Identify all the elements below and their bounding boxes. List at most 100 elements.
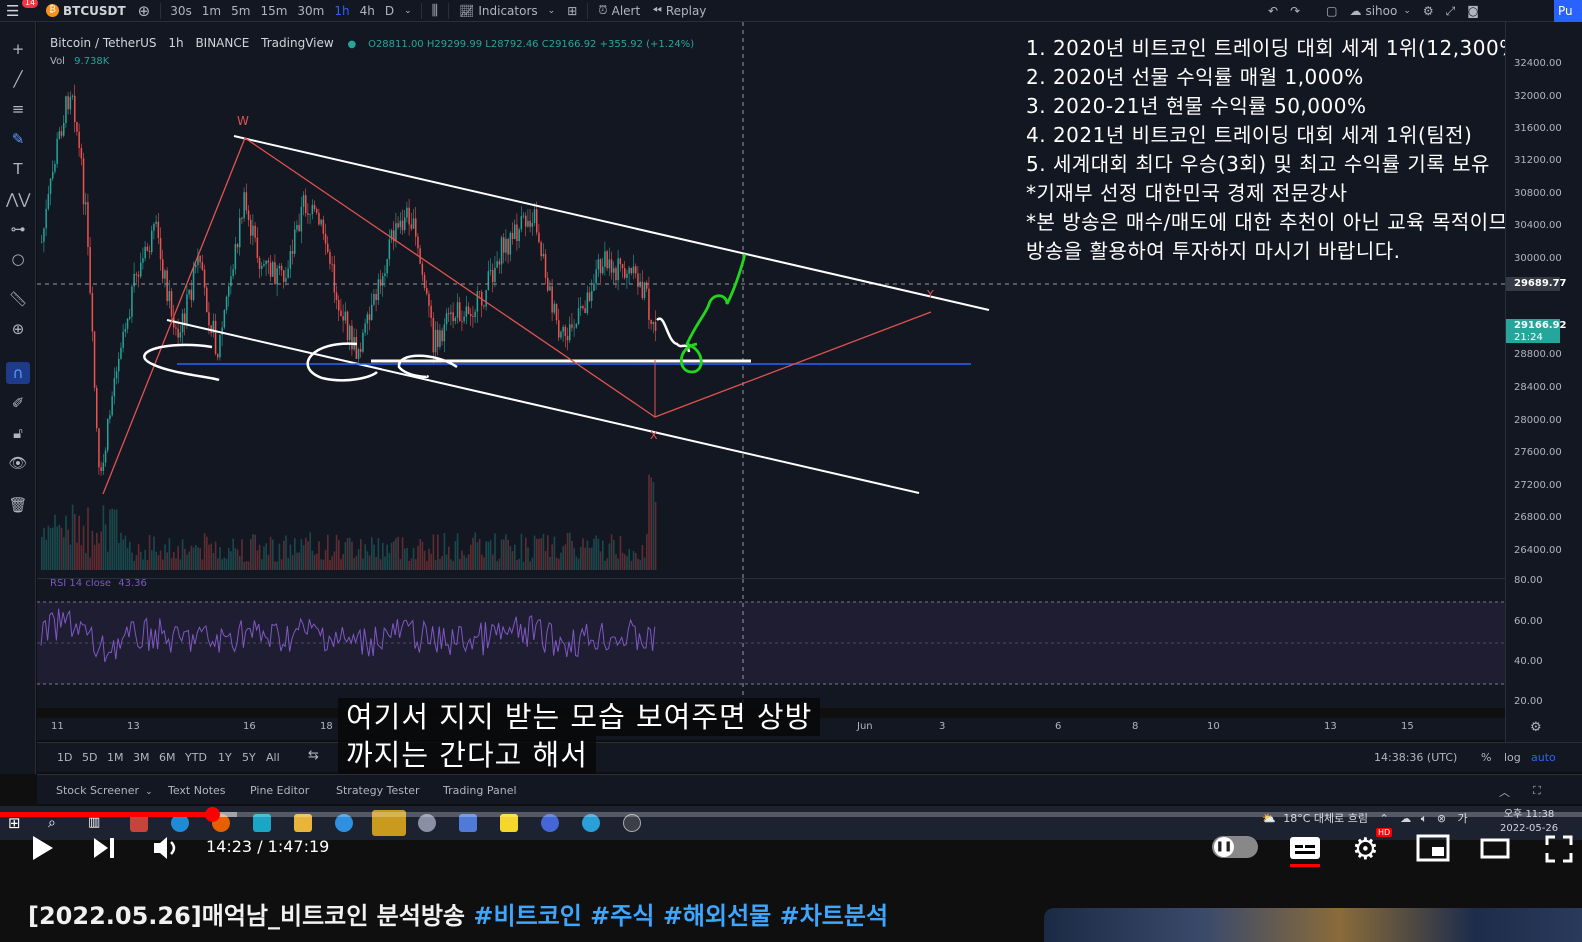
zoom-icon[interactable]: ⊕ <box>6 318 30 340</box>
volume-bar <box>485 541 487 570</box>
pattern-icon[interactable]: ⋀⋁ <box>6 188 31 210</box>
tab-text-notes[interactable]: Text Notes <box>168 784 226 797</box>
menu-button[interactable]: ☰ 14 <box>0 0 40 22</box>
maximize-panel-icon[interactable]: ⛶ <box>1533 784 1541 798</box>
next-icon[interactable] <box>92 836 118 860</box>
replay-button[interactable]: ⏪︎ Replay <box>646 0 712 22</box>
tf-30s[interactable]: 30s <box>165 4 197 18</box>
axis-settings-gear-icon[interactable]: ⚙ <box>1530 720 1542 735</box>
rsi-pane[interactable] <box>37 578 1505 709</box>
range-6m[interactable]: 6M <box>159 751 176 764</box>
magnet-icon[interactable]: ∩ <box>6 362 30 384</box>
layouts-button[interactable]: ⊞ <box>561 0 583 22</box>
channel-upper-line[interactable] <box>233 135 990 311</box>
last-price: 29166.92 <box>1514 320 1567 331</box>
range-all[interactable]: All <box>266 751 280 764</box>
candle-body <box>144 246 146 259</box>
subtitles-icon[interactable] <box>1288 834 1322 868</box>
channel-lower-line[interactable] <box>166 319 920 494</box>
chart-legend: Bitcoin / TetherUS 1h BINANCE TradingVie… <box>50 36 694 50</box>
tf-1h[interactable]: 1h <box>329 4 354 18</box>
autoplay-toggle[interactable]: ❚❚ <box>1212 836 1258 858</box>
play-icon[interactable] <box>30 834 56 862</box>
sketch-circle-3[interactable] <box>397 354 458 379</box>
utc-clock[interactable]: 14:38:36 (UTC) <box>1374 751 1457 764</box>
video-title[interactable]: [2022.05.26]매억남_비트코인 분석방송 #비트코인 #주식 #해외선… <box>28 896 888 931</box>
hashtag[interactable]: #차트분석 <box>780 902 888 930</box>
fullscreen-icon[interactable] <box>1544 834 1574 864</box>
lock-icon[interactable]: 🔓︎ <box>6 422 30 444</box>
expand-icon[interactable]: ⤢ <box>1440 0 1462 22</box>
miniplayer-icon[interactable] <box>1416 834 1450 862</box>
symbol-search[interactable]: ₿ BTCUSDT <box>40 0 132 22</box>
trash-icon[interactable]: 🗑︎ <box>6 494 30 516</box>
video-captions: 여기서 지지 받는 모습 보여주면 상방 까지는 간다고 해서 <box>338 698 821 774</box>
text-icon[interactable]: T <box>6 158 30 180</box>
wxy-pattern[interactable] <box>102 137 932 495</box>
fib-icon[interactable]: ≡ <box>6 98 30 120</box>
sketch-squiggle[interactable] <box>656 317 691 353</box>
bullish-projection[interactable] <box>679 253 747 374</box>
tf-1m[interactable]: 1m <box>197 4 226 18</box>
redo-icon[interactable]: ↷ <box>1284 0 1306 22</box>
video-progress-bar[interactable] <box>0 807 1582 822</box>
range-5y[interactable]: 5Y <box>242 751 256 764</box>
theater-mode-icon[interactable] <box>1480 838 1510 860</box>
log-toggle[interactable]: log <box>1504 751 1521 764</box>
volume-icon[interactable] <box>152 834 182 862</box>
range-1m[interactable]: 1M <box>107 751 124 764</box>
range-5d[interactable]: 5D <box>82 751 97 764</box>
brush-icon[interactable]: ✎ <box>6 128 30 150</box>
tf-30m[interactable]: 30m <box>292 4 329 18</box>
range-ytd[interactable]: YTD <box>185 751 207 764</box>
sketch-circle-2[interactable] <box>306 342 378 382</box>
settings-gear-icon[interactable]: ⚙ <box>1352 832 1379 867</box>
range-3m[interactable]: 3M <box>133 751 150 764</box>
tf-d[interactable]: D <box>380 4 399 18</box>
tab-pine-editor[interactable]: Pine Editor <box>250 784 309 797</box>
shape-circle-icon[interactable]: ○ <box>6 248 30 270</box>
eye-icon[interactable]: 👁︎ <box>6 452 30 474</box>
forecast-icon[interactable]: ⊶ <box>6 218 30 240</box>
percent-toggle[interactable]: % <box>1481 751 1491 764</box>
indicators-button[interactable]: 📈︎ Indicators ⌄ <box>453 0 561 22</box>
range-1d[interactable]: 1D <box>57 751 72 764</box>
goto-date-icon[interactable]: ⇆ <box>308 748 319 763</box>
hashtag[interactable]: #비트코인 <box>473 902 581 930</box>
volume-bar <box>243 561 245 570</box>
undo-icon[interactable]: ↶ <box>1262 0 1284 22</box>
hashtag[interactable]: #주식 <box>590 902 654 930</box>
tab-strategy-tester[interactable]: Strategy Tester <box>336 784 420 797</box>
auto-toggle[interactable]: auto <box>1531 751 1556 764</box>
tab-trading-panel[interactable]: Trading Panel <box>443 784 517 797</box>
lock-drawing-icon[interactable]: ✐ <box>6 392 30 414</box>
chevron-down-icon[interactable]: ⌄ <box>399 6 417 16</box>
price-axis[interactable]: 32400.00 32000.00 31600.00 31200.00 3080… <box>1505 22 1582 742</box>
ruler-icon[interactable]: 📏︎ <box>6 288 30 310</box>
alert-button[interactable]: ⏰︎ Alert <box>592 0 646 22</box>
related-video-thumbnail[interactable] <box>1044 908 1582 942</box>
fullscreen-box-icon[interactable]: ▢ <box>1320 0 1343 22</box>
compare-button[interactable]: ⊕ <box>132 0 157 22</box>
volume-bar <box>190 545 193 570</box>
user-name: sihoo <box>1365 4 1398 18</box>
publish-button[interactable]: Pu <box>1554 0 1582 22</box>
price-chart[interactable]: W X Y Bitcoin / TetherUS 1h BINANCE Trad… <box>37 22 1527 578</box>
chevron-up-icon[interactable]: ︿ <box>1499 784 1510 800</box>
tf-5m[interactable]: 5m <box>226 4 255 18</box>
tab-stock-screener[interactable]: Stock Screener ⌄ <box>56 784 153 797</box>
trendline-icon[interactable]: ╱ <box>6 68 30 90</box>
candle-body <box>82 158 85 205</box>
user-menu[interactable]: ☁ sihoo ⌄ <box>1343 0 1416 22</box>
camera-icon[interactable]: ◙ <box>1461 0 1485 22</box>
candle-body <box>419 248 421 264</box>
price-label: 26400.00 <box>1514 545 1562 556</box>
chart-type-button[interactable]: ⫼ <box>426 0 444 22</box>
gear-icon[interactable]: ⚙ <box>1417 0 1440 22</box>
tf-15m[interactable]: 15m <box>255 4 292 18</box>
tf-4h[interactable]: 4h <box>355 4 380 18</box>
hashtag[interactable]: #해외선물 <box>663 902 771 930</box>
volume-bar <box>155 551 157 570</box>
crosshair-icon[interactable]: + <box>6 38 30 60</box>
range-1y[interactable]: 1Y <box>218 751 232 764</box>
